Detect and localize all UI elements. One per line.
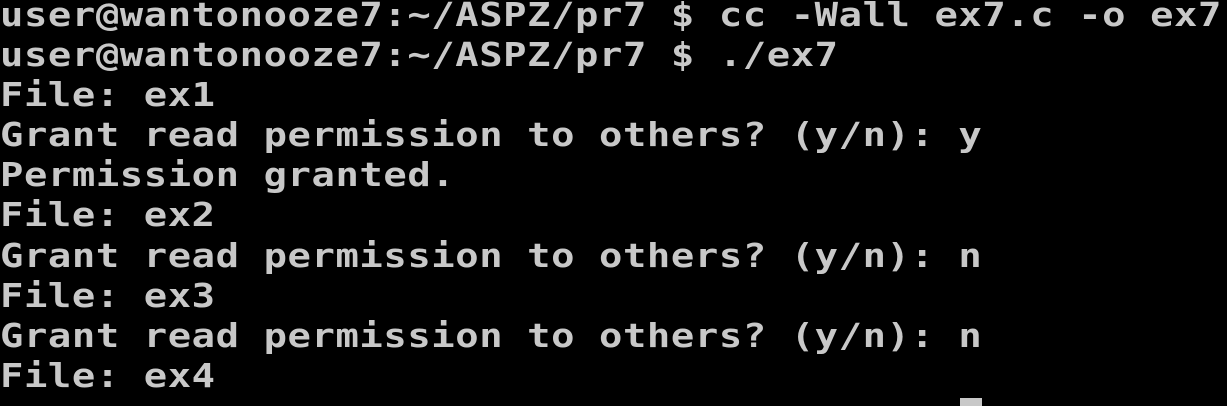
terminal-line-5: Permission granted.: [0, 155, 456, 194]
text-cursor: [960, 398, 982, 406]
terminal-line-2: user@wantonooze7:~/ASPZ/pr7 $ ./ex7: [0, 35, 839, 74]
terminal-line-1: user@wantonooze7:~/ASPZ/pr7 $ cc -Wall e…: [0, 0, 1222, 34]
terminal-line-7: Grant read permission to others? (y/n): …: [0, 236, 983, 275]
terminal-line-6: File: ex2: [0, 195, 216, 234]
terminal-line-8: File: ex3: [0, 276, 216, 315]
terminal-line-10: File: ex4: [0, 356, 216, 395]
terminal-line-3: File: ex1: [0, 75, 216, 114]
terminal-window[interactable]: user@wantonooze7:~/ASPZ/pr7 $ cc -Wall e…: [0, 0, 1227, 406]
terminal-line-9: Grant read permission to others? (y/n): …: [0, 316, 983, 355]
terminal-line-4: Grant read permission to others? (y/n): …: [0, 115, 983, 154]
